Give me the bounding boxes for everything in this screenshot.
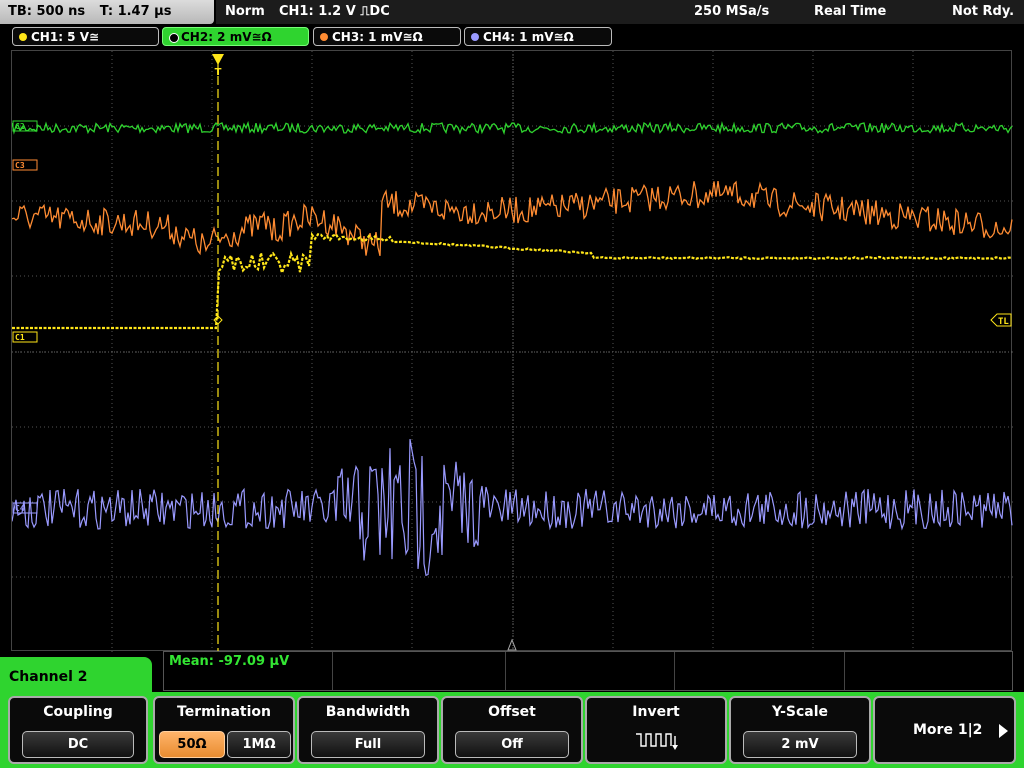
trigger-time-value: T: 1.47 µs (99, 4, 172, 19)
c1-marker-label: C1 (15, 333, 25, 342)
status-strip: Norm CH1: 1.2 V ⎍DC 250 MSa/s Real Time … (216, 0, 1024, 24)
invert-icon (636, 733, 678, 750)
graticule-grid (12, 51, 1013, 652)
offset-value[interactable]: Off (455, 731, 569, 758)
c2-marker-label: C2 (15, 122, 25, 131)
horizontal-position-icon (507, 638, 517, 651)
offset-title: Offset (488, 704, 536, 720)
bandwidth-softkey[interactable]: Bandwidth Full (297, 696, 439, 764)
timebase-box[interactable]: TB: 500 ns T: 1.47 µs (0, 0, 214, 24)
termination-softkey[interactable]: Termination 50Ω 1MΩ (153, 696, 295, 764)
coupling-title: Coupling (43, 704, 113, 720)
meas-divider (505, 652, 506, 690)
ch2-waveform (12, 120, 1013, 136)
c4-marker-label: C4 (15, 504, 25, 513)
tab-ch4[interactable]: CH4: 1 mV≅Ω (464, 27, 612, 46)
ch1-waveform (12, 231, 1012, 330)
measurement-area: Mean: -97.09 µV (163, 651, 1013, 691)
bandwidth-title: Bandwidth (325, 704, 411, 720)
waveform-canvas: T C2 C3 C1 C4 TL (12, 51, 1013, 652)
trigger-marker-label: T (215, 67, 222, 78)
measurement-mean: Mean: -97.09 µV (169, 654, 290, 669)
trigger-mode[interactable]: Norm (225, 0, 265, 24)
termination-title: Termination (177, 704, 271, 720)
meas-divider (844, 652, 845, 690)
ch4-waveform (12, 438, 1013, 577)
status-text: Not Rdy. (952, 4, 1015, 19)
yscale-title: Y-Scale (771, 704, 828, 720)
meas-divider (332, 652, 333, 690)
ch1-color-dot (19, 33, 27, 41)
sample-rate: 250 MSa/s (694, 4, 770, 19)
tab-ch4-label: CH4: 1 mV≅Ω (483, 30, 574, 44)
yscale-softkey[interactable]: Y-Scale 2 mV (729, 696, 871, 764)
ch4-color-dot (471, 33, 479, 41)
right-arrow-icon (999, 724, 1008, 738)
coupling-softkey[interactable]: Coupling DC (8, 696, 148, 764)
tab-ch1-label: CH1: 5 V≅ (31, 30, 100, 44)
c3-marker: C3 (12, 159, 38, 171)
waveform-display[interactable]: T C2 C3 C1 C4 TL (11, 50, 1013, 652)
channel-tabs: CH1: 5 V≅ CH2: 2 mV≅Ω CH3: 1 mV≅Ω CH4: 1… (0, 26, 1024, 48)
acquisition-mode: Real Time (814, 4, 887, 19)
invert-title: Invert (632, 704, 680, 720)
ch3-color-dot (320, 33, 328, 41)
c1-marker: C1 (12, 331, 38, 343)
meas-divider (674, 652, 675, 690)
invert-softkey[interactable]: Invert (585, 696, 727, 764)
tl-marker-label: TL (998, 317, 1009, 327)
yscale-value[interactable]: 2 mV (743, 731, 857, 758)
tab-ch3[interactable]: CH3: 1 mV≅Ω (313, 27, 461, 46)
termination-50ohm-option[interactable]: 50Ω (159, 731, 225, 758)
bandwidth-value[interactable]: Full (311, 731, 425, 758)
more-softkey[interactable]: More 1|2 (873, 696, 1016, 764)
timebase-value: TB: 500 ns (8, 4, 86, 19)
tab-ch2[interactable]: CH2: 2 mV≅Ω (162, 27, 309, 46)
more-label: More 1|2 (913, 722, 983, 738)
trigger-info[interactable]: CH1: 1.2 V ⎍DC (279, 0, 390, 24)
offset-softkey[interactable]: Offset Off (441, 696, 583, 764)
menu-title: Channel 2 (9, 669, 88, 685)
tab-ch3-label: CH3: 1 mV≅Ω (332, 30, 423, 44)
termination-1mohm-option[interactable]: 1MΩ (227, 731, 291, 758)
top-status-bar: TB: 500 ns T: 1.47 µs Norm CH1: 1.2 V ⎍D… (0, 0, 1024, 26)
coupling-value[interactable]: DC (22, 731, 134, 758)
ch3-waveform (12, 180, 1013, 256)
tab-ch2-label: CH2: 2 mV≅Ω (181, 30, 272, 44)
tab-ch1[interactable]: CH1: 5 V≅ (12, 27, 159, 46)
trigger-level-marker: TL (990, 313, 1012, 327)
ch2-color-dot (169, 33, 179, 43)
softkey-bar: Coupling DC Termination 50Ω 1MΩ Bandwidt… (0, 692, 1024, 768)
c3-marker-label: C3 (15, 161, 25, 170)
